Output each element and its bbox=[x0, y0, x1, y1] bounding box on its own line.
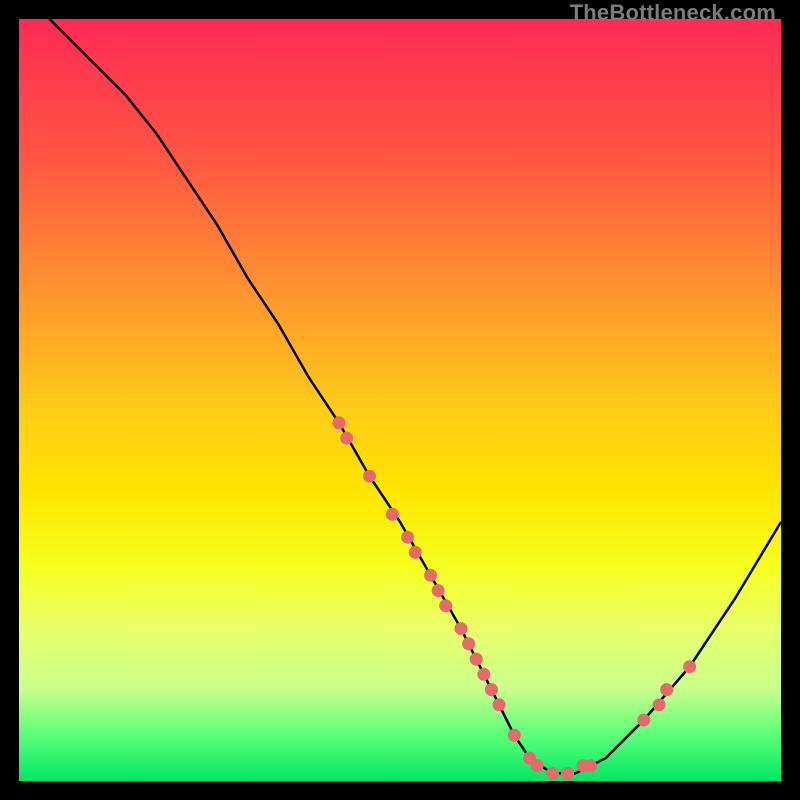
curve-marker bbox=[439, 599, 452, 612]
curve-marker bbox=[340, 432, 353, 445]
chart-frame: TheBottleneck.com bbox=[0, 0, 800, 800]
curve-marker bbox=[561, 767, 574, 780]
curve-marker bbox=[477, 668, 490, 681]
curve-marker bbox=[462, 637, 475, 650]
curve-line bbox=[50, 19, 782, 773]
curve-marker bbox=[470, 653, 483, 666]
curve-marker bbox=[531, 759, 544, 772]
bottleneck-curve bbox=[50, 19, 782, 773]
curve-marker bbox=[546, 767, 559, 780]
chart-svg bbox=[19, 19, 781, 781]
curve-marker bbox=[683, 660, 696, 673]
curve-marker bbox=[363, 470, 376, 483]
curve-marker bbox=[409, 546, 422, 559]
curve-marker bbox=[485, 683, 498, 696]
curve-marker bbox=[508, 729, 521, 742]
curve-marker bbox=[386, 508, 399, 521]
curve-marker bbox=[660, 683, 673, 696]
curve-marker bbox=[424, 569, 437, 582]
curve-marker bbox=[637, 714, 650, 727]
curve-marker bbox=[432, 584, 445, 597]
curve-marker bbox=[333, 416, 346, 429]
curve-marker bbox=[401, 531, 414, 544]
curve-marker bbox=[455, 622, 468, 635]
curve-marker bbox=[493, 698, 506, 711]
curve-markers bbox=[333, 416, 697, 780]
curve-marker bbox=[584, 759, 597, 772]
curve-marker bbox=[653, 698, 666, 711]
attribution-text: TheBottleneck.com bbox=[570, 0, 776, 26]
